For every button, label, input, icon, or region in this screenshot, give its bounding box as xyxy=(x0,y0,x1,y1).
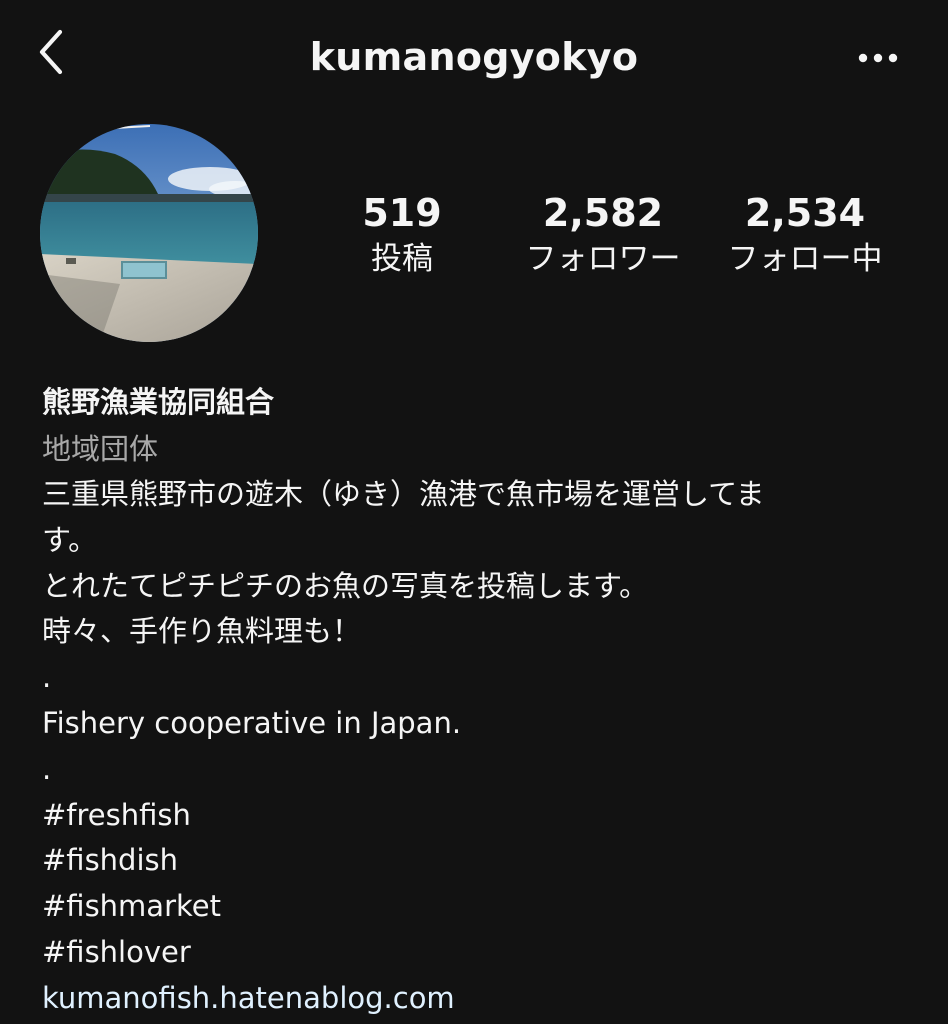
following-stat[interactable]: 2,534 フォロー中 xyxy=(714,190,896,280)
more-options-button[interactable] xyxy=(850,38,906,78)
bio-text-line: す。 xyxy=(42,522,98,557)
harbor-photo-image xyxy=(40,124,258,342)
profile-avatar[interactable] xyxy=(40,124,258,342)
followers-stat[interactable]: 2,582 フォロワー xyxy=(512,190,694,280)
website-link[interactable]: kumanofish.hatenablog.com xyxy=(42,976,922,1022)
followers-count: 2,582 xyxy=(542,191,664,235)
bio-text-line: . xyxy=(42,660,52,695)
following-label: フォロー中 xyxy=(727,241,883,277)
profile-category: 地域団体 xyxy=(42,432,159,466)
hashtag-fishdish[interactable]: #fishdish xyxy=(42,838,922,884)
profile-display-name: 熊野漁業協同組合 xyxy=(42,385,275,419)
posts-stat[interactable]: 519 投稿 xyxy=(340,190,464,280)
bio-text-line: . xyxy=(42,751,52,786)
hashtag-fishlover[interactable]: #fishlover xyxy=(42,930,922,976)
followers-label: フォロワー xyxy=(525,241,681,277)
bio-text-line: 三重県熊野市の遊木（ゆき）漁港で魚市場を運営してま xyxy=(42,477,765,511)
following-count: 2,534 xyxy=(744,191,866,235)
hashtag-fishmarket[interactable]: #fishmarket xyxy=(42,884,922,930)
profile-bio: 熊野漁業協同組合 地域団体 三重県熊野市の遊木（ゆき）漁港で魚市場を運営してま … xyxy=(42,378,922,1022)
bio-text-line: 時々、手作り魚料理も！ xyxy=(42,614,362,649)
posts-count: 519 xyxy=(362,191,442,235)
bio-text-line: とれたてピチピチのお魚の写真を投稿します。 xyxy=(42,568,649,603)
more-horizontal-icon xyxy=(858,53,898,63)
top-navigation-bar: kumanogyokyo xyxy=(0,0,948,112)
posts-label: 投稿 xyxy=(371,241,433,277)
profile-username: kumanogyokyo xyxy=(309,35,639,79)
hashtag-freshfish[interactable]: #freshfish xyxy=(42,793,922,839)
bio-text-line: Fishery cooperative in Japan. xyxy=(42,705,462,740)
